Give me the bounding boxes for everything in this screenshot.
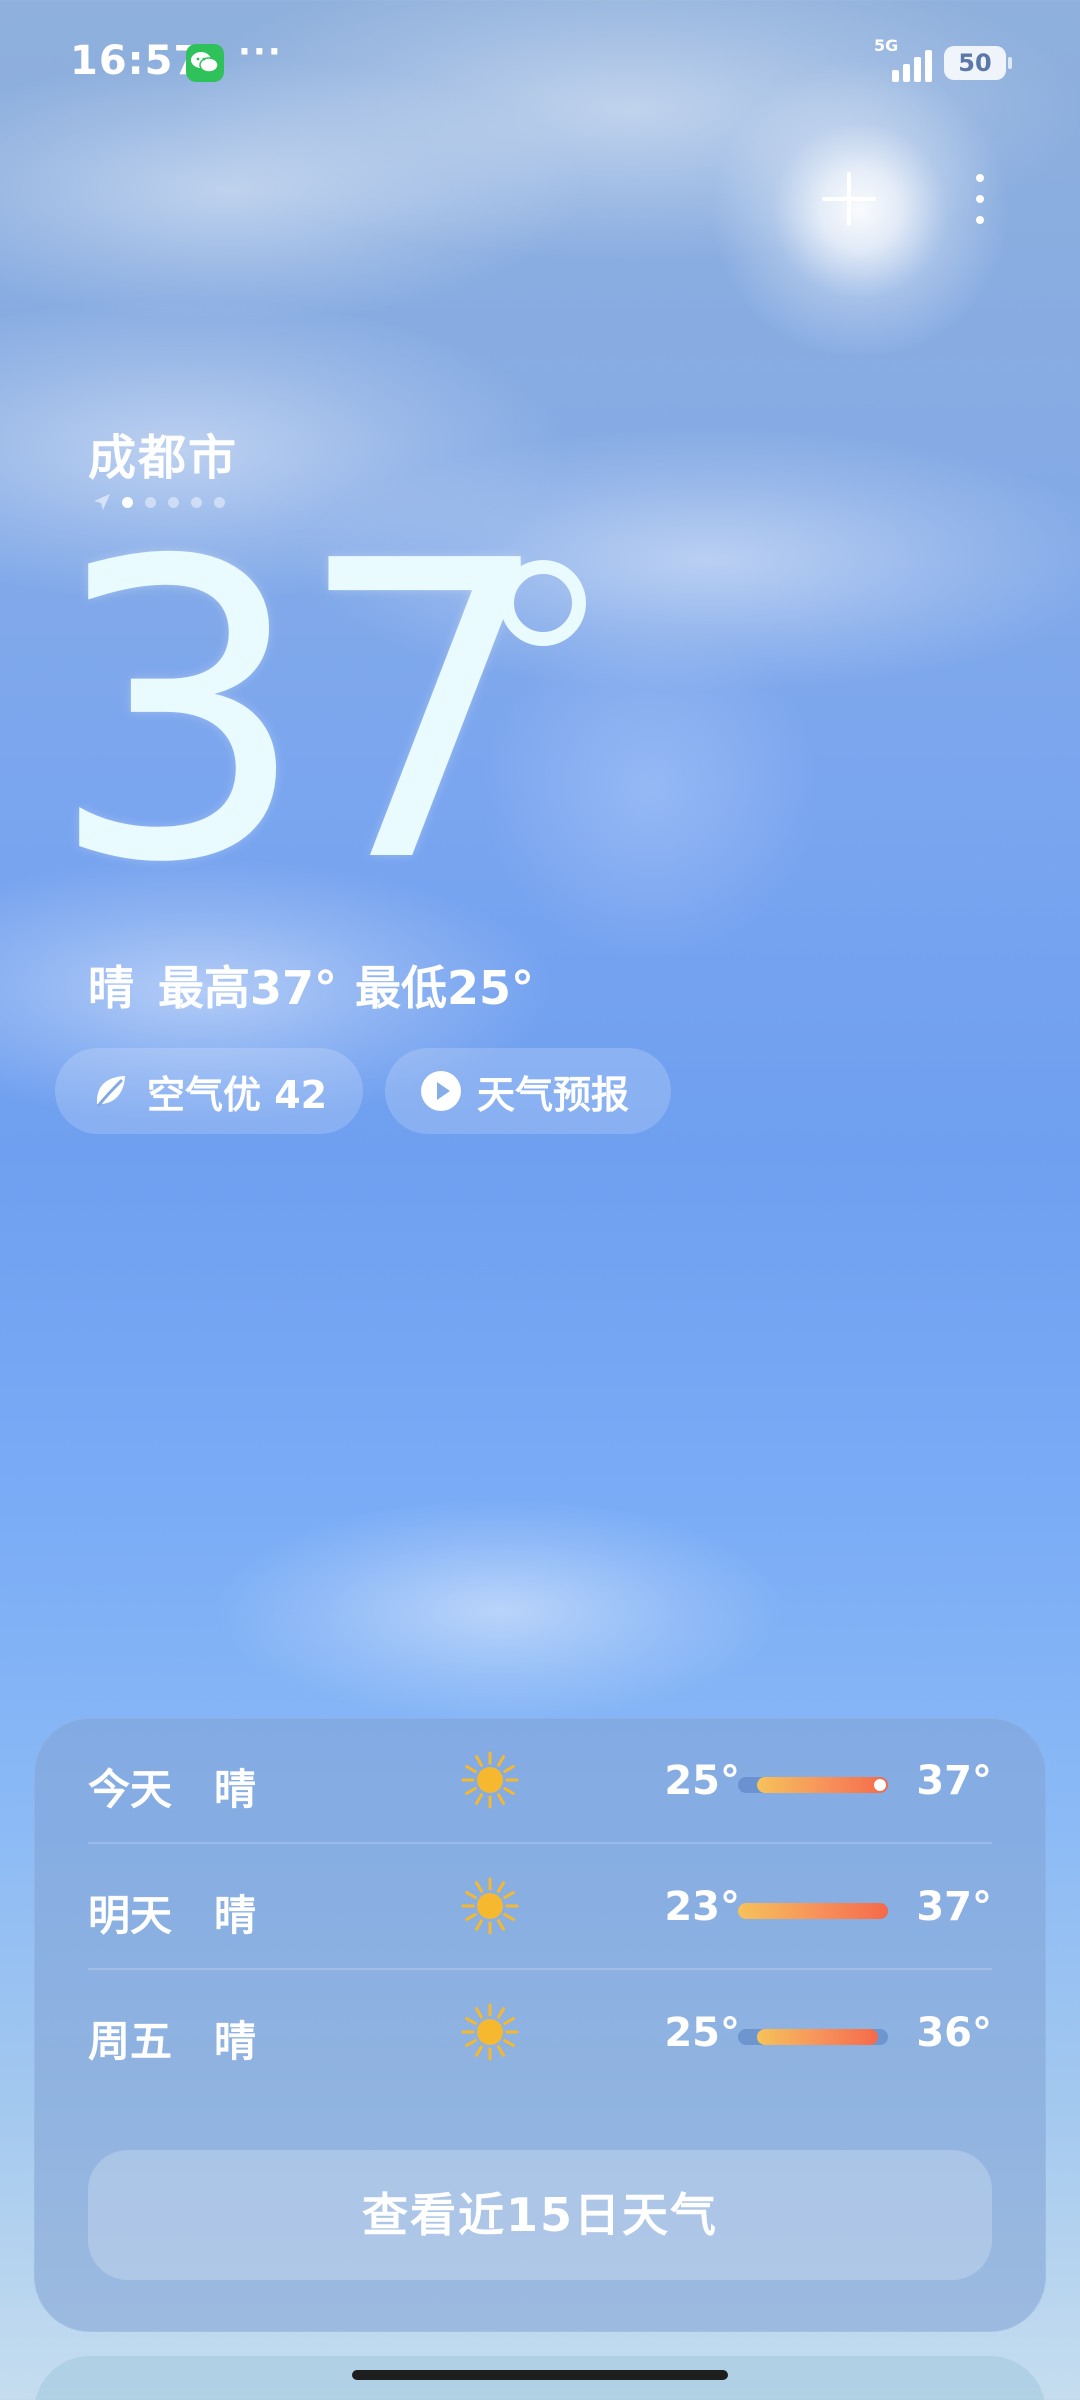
three-day-forecast-card: 今天 晴 25° 37° 明天 晴 23° 37° 周五 晴 25° 36° 查…	[34, 1718, 1046, 2332]
home-indicator[interactable]	[352, 2370, 728, 2380]
weather-forecast-pill[interactable]: 天气预报	[385, 1048, 671, 1134]
temperature-range-fill	[757, 2029, 879, 2045]
temperature-range-bar	[738, 1903, 888, 1919]
battery-icon: 50	[944, 46, 1012, 80]
view-15-day-forecast-button[interactable]: 查看近15日天气	[88, 2150, 992, 2280]
signal-icon: 5G	[874, 36, 934, 84]
forecast-high: 37°	[916, 1884, 992, 1930]
forecast-row-friday[interactable]: 周五 晴 25° 36°	[88, 1970, 992, 2096]
air-quality-label: 空气优 42	[147, 1072, 328, 1117]
today-summary: 晴最高37° 最低25°	[88, 952, 558, 1018]
status-bar: 16:57 ··· 5G 50	[0, 0, 1080, 130]
status-time: 16:57	[70, 38, 203, 84]
forecast-low: 25°	[664, 2010, 740, 2056]
forecast-condition: 晴	[214, 2017, 257, 2066]
current-temperature: 37	[48, 474, 556, 952]
forecast-high: 37°	[916, 1758, 992, 1804]
play-icon	[421, 1071, 461, 1111]
leaf-icon	[91, 1071, 131, 1111]
forecast-condition: 晴	[214, 1891, 257, 1940]
current-temperature-marker	[874, 1779, 886, 1791]
forecast-high: 36°	[916, 2010, 992, 2056]
wechat-icon	[186, 44, 224, 82]
summary-high: 最高37°	[158, 961, 338, 1015]
temperature-range-bar	[738, 2029, 888, 2045]
sun-icon	[461, 2003, 519, 2061]
forecast-condition: 晴	[214, 1765, 257, 1814]
air-quality-pill[interactable]: 空气优 42	[55, 1048, 363, 1134]
temperature-range-bar	[738, 1777, 888, 1793]
forecast-day: 明天	[88, 1891, 173, 1940]
forecast-low: 25°	[664, 1758, 740, 1804]
forecast-day: 今天	[88, 1765, 173, 1814]
temperature-range-fill	[738, 1903, 888, 1919]
degree-symbol	[500, 560, 586, 646]
sun-icon	[461, 1877, 519, 1935]
more-menu-button[interactable]	[960, 168, 1000, 230]
sun-icon	[461, 1751, 519, 1809]
forecast-low: 23°	[664, 1884, 740, 1930]
forecast-row-today[interactable]: 今天 晴 25° 37°	[88, 1718, 992, 1844]
temperature-range-fill	[757, 1777, 888, 1793]
forecast-day: 周五	[88, 2017, 173, 2066]
forecast-row-tomorrow[interactable]: 明天 晴 23° 37°	[88, 1844, 992, 1970]
summary-low: 最低25°	[355, 961, 535, 1015]
add-city-button[interactable]	[820, 170, 878, 228]
weather-forecast-label: 天气预报	[477, 1072, 630, 1117]
summary-condition: 晴	[88, 961, 134, 1015]
more-notifications-icon: ···	[238, 32, 283, 72]
